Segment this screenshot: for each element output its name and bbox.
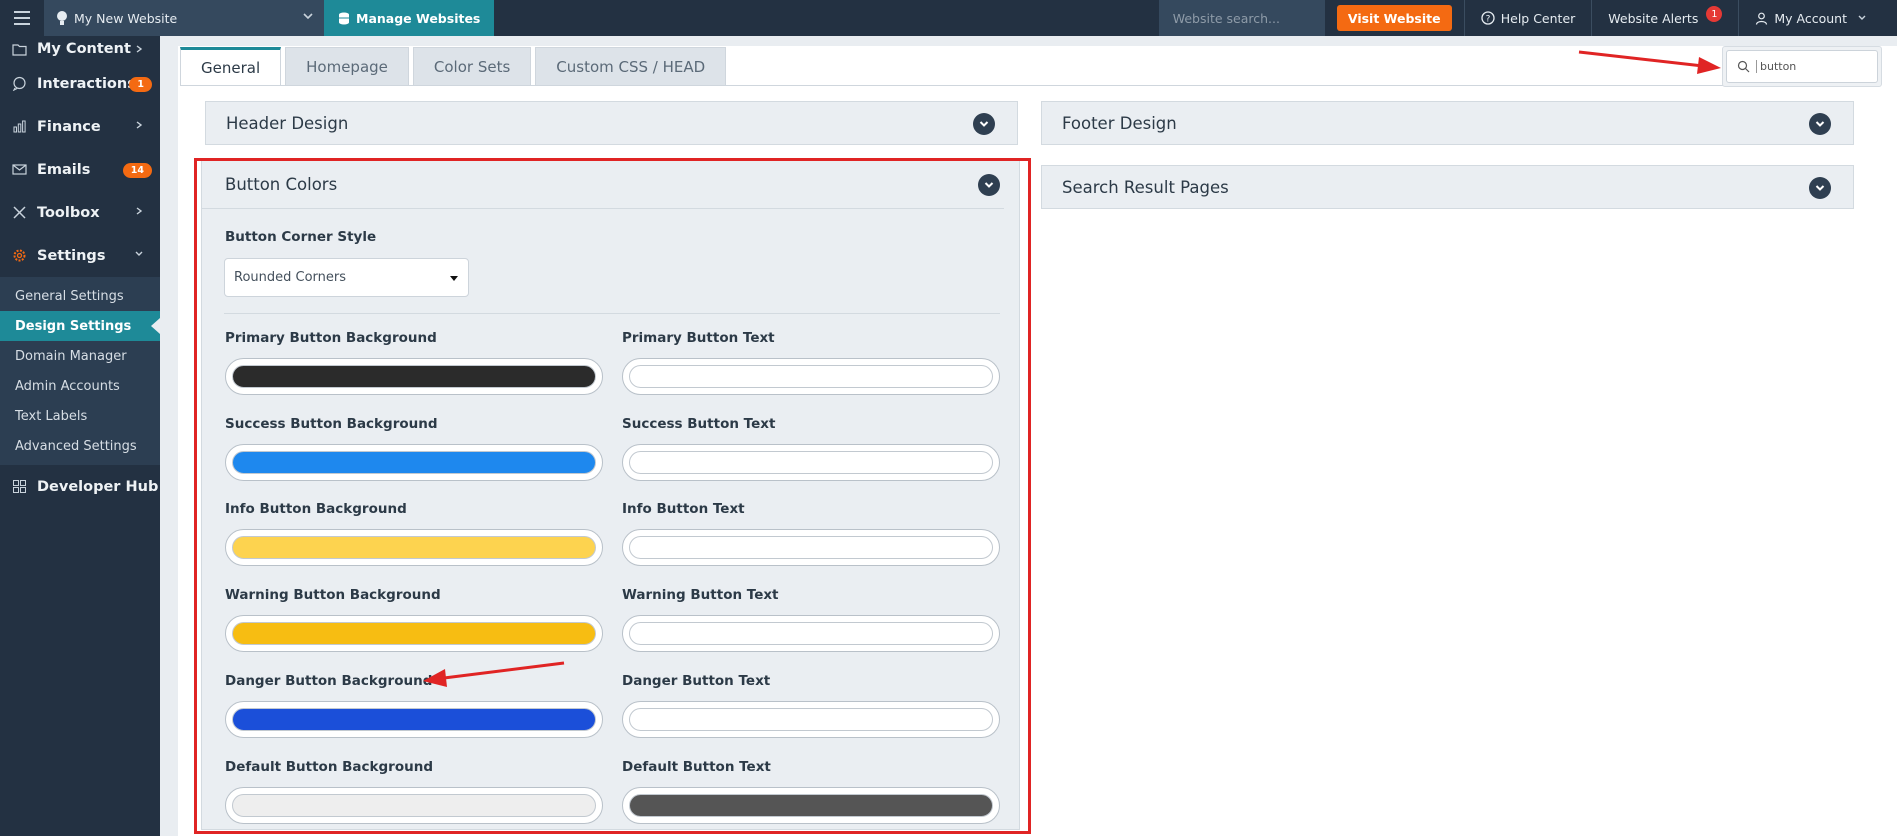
search-icon (1737, 60, 1750, 73)
user-icon (1756, 12, 1768, 25)
primary-button-text-swatch (629, 365, 993, 388)
gear-icon (13, 249, 26, 262)
sidebar-item-interactions[interactable]: Interactions 1 (0, 62, 160, 105)
danger-button-text-swatch (629, 708, 993, 731)
warning-button-background-color-picker[interactable] (225, 615, 603, 652)
chevron-down-icon[interactable] (973, 113, 995, 135)
warning-button-text-swatch (629, 622, 993, 645)
lightbulb-icon (57, 11, 67, 25)
header-design-panel[interactable]: Header Design (205, 101, 1018, 145)
danger-button-text-label: Danger Button Text (622, 673, 771, 689)
design-tabs: General Homepage Color Sets Custom CSS /… (180, 47, 727, 85)
warning-button-text-label: Warning Button Text (622, 587, 779, 603)
info-button-text-label: Info Button Text (622, 501, 745, 517)
warning-button-background-swatch (232, 622, 596, 645)
sidebar-item-design-settings[interactable]: Design Settings (0, 311, 160, 341)
danger-button-background-swatch (232, 708, 596, 731)
website-alerts-link[interactable]: Website Alerts 1 (1592, 0, 1740, 36)
emails-badge: 14 (122, 163, 152, 178)
sidebar-item-my-content[interactable]: My Content (0, 36, 160, 62)
sidebar-item-advanced-settings[interactable]: Advanced Settings (0, 431, 160, 461)
site-selector[interactable]: My New Website (44, 0, 324, 36)
chevron-down-icon[interactable] (1809, 113, 1831, 135)
sidebar-item-emails[interactable]: Emails 14 (0, 148, 160, 191)
success-button-text-label: Success Button Text (622, 416, 776, 432)
success-button-background-color-picker[interactable] (225, 444, 603, 481)
sidebar-item-toolbox[interactable]: Toolbox (0, 191, 160, 234)
settings-search-input[interactable]: button (1726, 50, 1878, 83)
info-button-background-label: Info Button Background (225, 501, 407, 517)
search-result-pages-panel[interactable]: Search Result Pages (1041, 165, 1854, 209)
tab-homepage[interactable]: Homepage (285, 47, 409, 85)
chevron-down-icon (135, 251, 143, 256)
settings-submenu: General Settings Design Settings Domain … (0, 277, 160, 465)
info-button-text-swatch (629, 536, 993, 559)
chevron-right-icon (136, 45, 143, 53)
corner-style-select[interactable]: Rounded Corners (224, 258, 469, 297)
chevron-down-icon[interactable] (1809, 177, 1831, 199)
default-button-background-color-picker[interactable] (225, 787, 603, 824)
danger-button-background-label: Danger Button Background (225, 673, 433, 689)
grid-icon (13, 480, 26, 493)
info-button-text-color-picker[interactable] (622, 529, 1000, 566)
chevron-right-icon (136, 121, 143, 129)
my-account-link[interactable]: My Account (1739, 0, 1897, 36)
alerts-badge: 1 (1706, 6, 1723, 22)
visit-website-button[interactable]: Visit Website (1336, 5, 1452, 31)
tab-custom-css-head[interactable]: Custom CSS / HEAD (535, 47, 727, 85)
top-bar: My New Website Manage Websites Website s… (0, 0, 1897, 36)
database-icon (339, 12, 349, 24)
chevron-down-icon (1858, 15, 1866, 20)
sidebar-item-general-settings[interactable]: General Settings (0, 281, 160, 311)
sidebar-item-admin-accounts[interactable]: Admin Accounts (0, 371, 160, 401)
chevron-right-icon (136, 207, 143, 215)
tab-color-sets[interactable]: Color Sets (412, 47, 532, 85)
success-button-text-color-picker[interactable] (622, 444, 1000, 481)
info-button-background-swatch (232, 536, 596, 559)
primary-button-background-label: Primary Button Background (225, 330, 437, 346)
default-button-background-swatch (232, 794, 596, 817)
primary-button-text-label: Primary Button Text (622, 330, 775, 346)
sidebar-item-domain-manager[interactable]: Domain Manager (0, 341, 160, 371)
tools-icon (13, 206, 26, 219)
sidebar-item-text-labels[interactable]: Text Labels (0, 401, 160, 431)
success-button-text-swatch (629, 451, 993, 474)
sidebar: My Content Interactions 1 Finance Emails… (0, 36, 160, 836)
primary-button-text-color-picker[interactable] (622, 358, 1000, 395)
tab-general[interactable]: General (180, 47, 282, 85)
envelope-icon (12, 164, 27, 175)
default-button-background-label: Default Button Background (225, 759, 433, 775)
warning-button-text-color-picker[interactable] (622, 615, 1000, 652)
default-button-text-color-picker[interactable] (622, 787, 1000, 824)
site-name: My New Website (74, 10, 178, 26)
caret-down-icon (450, 276, 458, 281)
success-button-background-swatch (232, 451, 596, 474)
chevron-down-icon (303, 13, 313, 20)
footer-design-panel[interactable]: Footer Design (1041, 101, 1854, 145)
manage-websites-button[interactable]: Manage Websites (324, 0, 495, 36)
question-circle-icon: ? (1481, 11, 1495, 25)
primary-button-background-color-picker[interactable] (225, 358, 603, 395)
website-search-input[interactable]: Website search... (1158, 0, 1325, 36)
danger-button-background-color-picker[interactable] (225, 701, 603, 738)
default-button-text-label: Default Button Text (622, 759, 771, 775)
default-button-text-swatch (629, 794, 993, 817)
svg-text:?: ? (1485, 15, 1490, 25)
danger-button-text-color-picker[interactable] (622, 701, 1000, 738)
bar-chart-icon (13, 120, 26, 133)
info-button-background-color-picker[interactable] (225, 529, 603, 566)
folder-icon (12, 43, 27, 56)
chat-icon (12, 76, 26, 91)
hamburger-menu-icon[interactable] (0, 0, 44, 36)
help-center-link[interactable]: ? Help Center (1465, 0, 1593, 36)
corner-style-label: Button Corner Style (225, 229, 377, 245)
warning-button-background-label: Warning Button Background (225, 587, 441, 603)
success-button-background-label: Success Button Background (225, 416, 438, 432)
sidebar-item-developer-hub[interactable]: Developer Hub (0, 465, 160, 508)
sidebar-item-settings[interactable]: Settings (0, 234, 160, 277)
interactions-badge: 1 (129, 77, 152, 92)
primary-button-background-swatch (232, 365, 596, 388)
chevron-down-icon[interactable] (978, 174, 1000, 196)
sidebar-item-finance[interactable]: Finance (0, 105, 160, 148)
